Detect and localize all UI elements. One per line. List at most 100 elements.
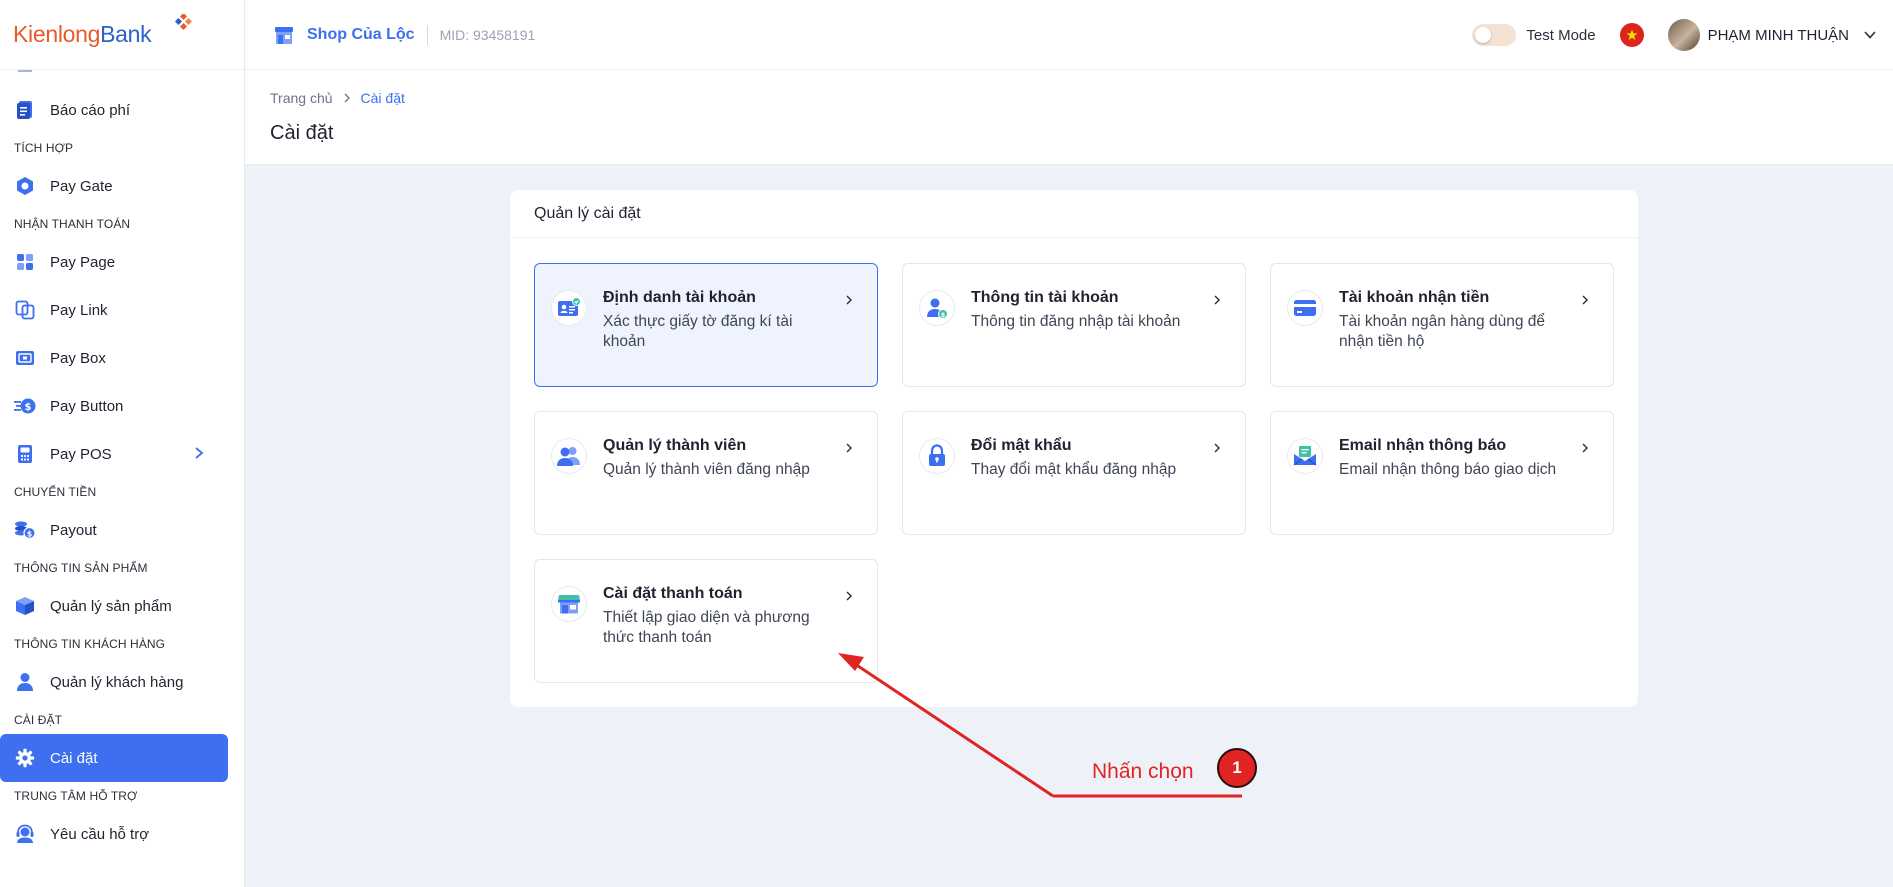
sidebar-item-quan-ly-san-pham[interactable]: Quản lý sản phẩm <box>0 582 228 630</box>
shop-name: Shop Của Lộc <box>307 25 415 43</box>
sidebar-item-pay-page[interactable]: Pay Page <box>0 238 228 286</box>
card-desc: Thay đổi mật khẩu đăng nhập <box>971 461 1177 478</box>
card-desc: Tài khoản ngân hàng dùng để nhận tiền hộ <box>1339 313 1545 350</box>
box-icon <box>14 347 36 369</box>
annotation-step-badge: 1 <box>1217 748 1257 788</box>
sidebar-item-pay-gate[interactable]: Pay Gate <box>0 162 228 210</box>
sidebar-item-label: Pay Box <box>50 349 106 367</box>
chevron-right-icon <box>846 443 852 453</box>
sidebar-section-nhan-thanh-toan: NHẬN THANH TOÁN <box>14 217 131 231</box>
user-info-icon: $ <box>919 290 955 326</box>
sidebar-item-label: Quản lý khách hàng <box>50 673 184 691</box>
settings-card-dinh-danh-tai-khoan[interactable]: Định danh tài khoản Xác thực giấy tờ đăn… <box>534 263 878 387</box>
breadcrumb-current: Cài đặt <box>360 90 405 106</box>
sidebar-item-bao-cao-phi[interactable]: Báo cáo phí <box>0 86 228 134</box>
store-icon <box>551 586 587 622</box>
settings-card-doi-mat-khau[interactable]: Đổi mật khẩu Thay đổi mật khẩu đăng nhập <box>902 411 1246 535</box>
gear-icon <box>14 747 36 769</box>
settings-card-cai-dat-thanh-toan[interactable]: Cài đặt thanh toán Thiết lập giao diện v… <box>534 559 878 683</box>
panel-title: Quản lý cài đặt <box>510 190 1638 238</box>
chevron-right-icon <box>846 295 852 305</box>
mail-icon <box>1287 438 1323 474</box>
document-icon <box>14 99 36 121</box>
card-title: Đổi mật khẩu <box>971 437 1072 454</box>
sidebar-item-label: Cài đặt <box>50 749 98 767</box>
divider <box>426 24 428 45</box>
store-icon <box>275 26 293 44</box>
sidebar-item-label: Quản lý sản phẩm <box>50 597 172 615</box>
vietnam-flag-icon[interactable] <box>1619 23 1644 47</box>
link-icon <box>14 299 36 321</box>
brand-mark-icon <box>175 14 193 31</box>
lock-icon <box>919 438 955 474</box>
brand-logo[interactable]: Kienlong Bank <box>0 0 244 70</box>
sidebar-section-cai-dat: CÀI ĐẶT <box>14 713 63 727</box>
users-icon <box>551 438 587 474</box>
merchant-id: MID: 93458191 <box>439 26 536 43</box>
headset-icon <box>14 823 36 845</box>
credit-card-icon <box>1287 290 1323 326</box>
chevron-right-icon <box>1214 295 1220 305</box>
sidebar-item-label: Pay Gate <box>50 177 113 195</box>
chevron-right-icon <box>846 591 852 601</box>
page-head: Trang chủ Cài đặt Cài đặt <box>245 70 1893 165</box>
card-desc: Email nhận thông báo giao dịch <box>1339 461 1557 478</box>
card-desc: Thiết lập giao diện và phương thức thanh… <box>603 609 810 646</box>
id-card-icon <box>551 290 587 326</box>
sidebar-item-quan-ly-khach-hang[interactable]: Quản lý khách hàng <box>0 658 228 706</box>
shop-selector[interactable]: Shop Của Lộc MID: 93458191 <box>273 24 535 46</box>
sidebar-item-label: Báo cáo phí <box>50 101 131 119</box>
sidebar-item-yeu-cau-ho-tro[interactable]: Yêu cầu hỗ trợ <box>0 810 228 858</box>
hexagon-icon <box>14 175 36 197</box>
coin-button-icon: $ <box>14 395 36 417</box>
settings-panel: Quản lý cài đặt Định danh tài khoản Xác … <box>510 190 1638 707</box>
top-header: Shop Của Lộc MID: 93458191 Test Mode PHẠ… <box>245 0 1893 70</box>
package-icon <box>14 595 36 617</box>
sidebar-section-thong-tin-khach-hang: THÔNG TIN KHÁCH HÀNG <box>14 637 166 651</box>
chevron-right-icon[interactable] <box>192 446 206 460</box>
breadcrumb-home-link[interactable]: Trang chủ <box>270 90 333 106</box>
sidebar-item-label: Pay Page <box>50 253 116 271</box>
card-title: Cài đặt thanh toán <box>603 585 743 602</box>
settings-card-email-nhan-thong-bao[interactable]: Email nhận thông báo Email nhận thông bá… <box>1270 411 1614 535</box>
chevron-right-icon <box>344 93 350 103</box>
sidebar-item-label: Payout <box>50 521 97 539</box>
sidebar-item-pay-box[interactable]: Pay Box <box>0 334 228 382</box>
annotation-label: Nhấn chọn <box>1092 760 1194 783</box>
sidebar-item-payout[interactable]: $ Payout <box>0 506 228 554</box>
svg-text:$: $ <box>27 530 33 539</box>
avatar[interactable] <box>1667 19 1700 51</box>
sidebar-item-label: Pay POS <box>50 445 112 463</box>
brand-name-part2: Bank <box>100 21 152 47</box>
sidebar-section-chuyen-tien: CHUYỂN TIỀN <box>14 485 97 499</box>
sidebar-item-cai-dat[interactable]: Cài đặt <box>0 734 228 782</box>
sidebar-item-label: Pay Link <box>50 301 108 319</box>
sidebar-section-tich-hop: TÍCH HỢP <box>14 141 74 155</box>
chevron-down-icon[interactable] <box>1863 28 1877 42</box>
card-desc: Xác thực giấy tờ đăng kí tài khoản <box>603 313 793 350</box>
chevron-right-icon <box>1214 443 1220 453</box>
sidebar-item-label: Pay Button <box>50 397 124 415</box>
chevron-right-icon <box>1582 295 1588 305</box>
sidebar: Kienlong Bank Báo cáo phí TÍCH HỢP Pay Ga… <box>0 0 245 887</box>
breadcrumb: Trang chủ Cài đặt <box>270 90 405 106</box>
pos-icon <box>14 443 36 465</box>
user-name[interactable]: PHẠM MINH THUẬN <box>1708 27 1849 44</box>
sidebar-section-trung-tam-ho-tro: TRUNG TÂM HỖ TRỢ <box>14 789 138 803</box>
card-title: Email nhận thông báo <box>1339 437 1507 454</box>
sidebar-item-pay-pos[interactable]: Pay POS <box>0 430 228 478</box>
grid-icon <box>14 251 36 273</box>
sidebar-item-label: Yêu cầu hỗ trợ <box>50 825 150 843</box>
card-title: Định danh tài khoản <box>603 289 756 306</box>
settings-card-quan-ly-thanh-vien[interactable]: Quản lý thành viên Quản lý thành viên đă… <box>534 411 878 535</box>
sidebar-nav: Báo cáo phí TÍCH HỢP Pay Gate NHẬN THANH… <box>0 84 244 858</box>
settings-card-tai-khoan-nhan-tien[interactable]: Tài khoản nhận tiền Tài khoản ngân hàng … <box>1270 263 1614 387</box>
card-desc: Quản lý thành viên đăng nhập <box>603 461 810 478</box>
settings-card-thong-tin-tai-khoan[interactable]: $ Thông tin tài khoản Thông tin đăng nhậ… <box>902 263 1246 387</box>
test-mode-toggle[interactable] <box>1472 24 1517 46</box>
sidebar-item-pay-button[interactable]: $ Pay Button <box>0 382 228 430</box>
header-right: Test Mode PHẠM MINH THUẬN <box>1472 0 1877 70</box>
card-title: Quản lý thành viên <box>603 437 747 454</box>
sidebar-item-pay-link[interactable]: Pay Link <box>0 286 228 334</box>
chevron-right-icon <box>1582 443 1588 453</box>
